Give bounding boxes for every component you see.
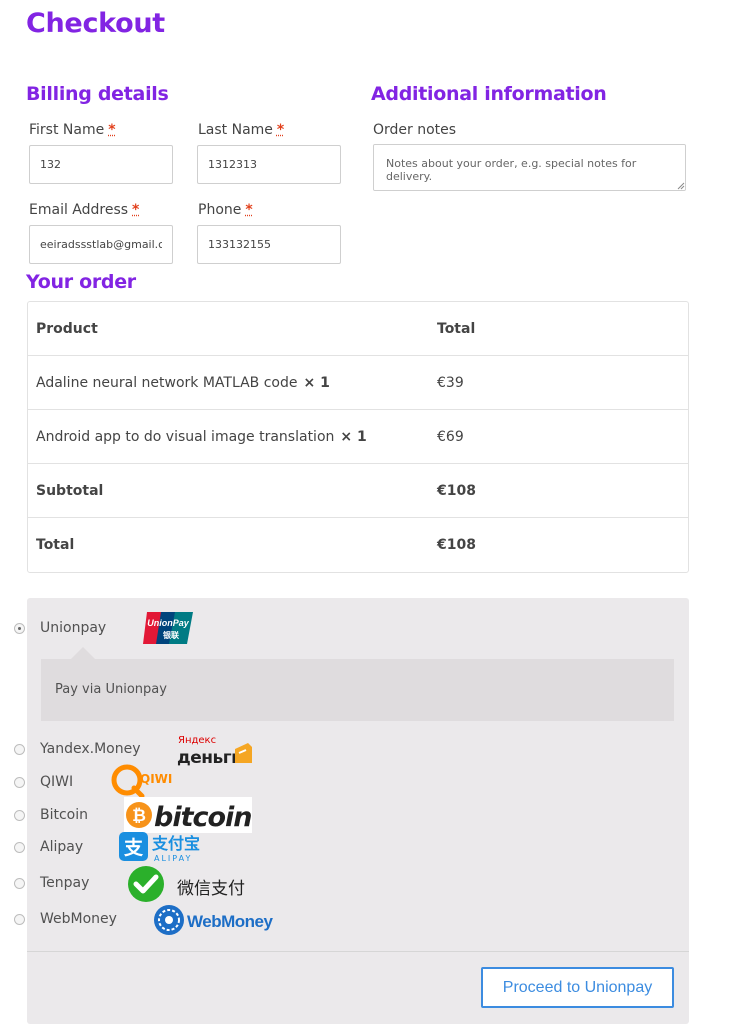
cart-item-quantity: × 1 [303, 374, 330, 391]
yandex-logo-subtext: деньги [177, 748, 243, 767]
email-field[interactable] [29, 225, 173, 264]
payment-method-label: Alipay [40, 839, 84, 855]
first-name-label: First Name * [29, 122, 116, 138]
order-total-value: €108 [437, 537, 476, 553]
order-notes-field[interactable] [373, 144, 686, 191]
payment-method-label: WebMoney [40, 911, 117, 927]
tenpay-logo-icon: 微信支付 [128, 866, 245, 902]
phone-label: Phone * [198, 202, 253, 218]
phone-field[interactable] [197, 225, 341, 264]
payment-divider [27, 951, 689, 952]
table-header-row: Product Total [28, 302, 688, 356]
table-row: Android app to do visual image translati… [28, 410, 688, 464]
last-name-field[interactable] [197, 145, 341, 184]
your-order-heading: Your order [26, 271, 136, 293]
webmoney-logo-icon: WebMoney [154, 905, 273, 935]
required-mark: * [132, 202, 140, 218]
alipay-logo-subtext: ALIPAY [154, 854, 192, 863]
unionpay-logo-subtext: 银联 [162, 630, 179, 640]
cart-item-total: €69 [437, 428, 464, 445]
bitcoin-logo-text: bitcoin [154, 802, 252, 833]
payment-option-tenpay[interactable]: Tenpay [14, 875, 89, 891]
order-notes-label: Order notes [373, 122, 457, 138]
description-pointer [71, 647, 95, 659]
email-label: Email Address * [29, 202, 140, 218]
radio-button[interactable] [14, 809, 25, 821]
cart-item-total: €39 [437, 374, 464, 391]
billing-details-heading: Billing details [26, 83, 169, 105]
qiwi-logo-text: QIWI [140, 772, 172, 786]
radio-button[interactable] [14, 776, 25, 788]
proceed-to-unionpay-button[interactable]: Proceed to Unionpay [481, 967, 674, 1008]
payment-option-webmoney[interactable]: WebMoney [14, 911, 117, 927]
payment-option-unionpay[interactable]: Unionpay [14, 620, 106, 636]
payment-method-label: Bitcoin [40, 807, 89, 823]
svg-text:₿: ₿ [132, 806, 146, 826]
yandex-money-logo-icon: Яндекс деньги [177, 735, 252, 767]
cart-item-name: Android app to do visual image translati… [36, 428, 335, 445]
qiwi-logo-icon: QIWI [111, 764, 172, 799]
payment-method-label: Unionpay [40, 620, 107, 636]
total-column-header: Total [437, 320, 476, 337]
payment-option-alipay[interactable]: Alipay [14, 839, 83, 855]
payment-method-label: Yandex.Money [40, 741, 141, 757]
svg-text:支: 支 [123, 837, 144, 859]
additional-information-heading: Additional information [371, 83, 607, 105]
payment-option-yandex-money[interactable]: Yandex.Money [14, 741, 140, 757]
required-mark: * [276, 122, 285, 138]
payment-option-qiwi[interactable]: QIWI [14, 774, 73, 790]
radio-button[interactable] [14, 622, 25, 634]
payment-method-label: Tenpay [40, 875, 90, 891]
unionpay-logo-text: UnionPay [147, 618, 190, 628]
unionpay-logo-icon: UnionPay 银联 [143, 612, 193, 644]
cart-item-quantity: × 1 [340, 428, 367, 445]
radio-button[interactable] [14, 841, 25, 853]
alipay-logo-icon: 支 支付宝 ALIPAY [119, 832, 200, 863]
yandex-logo-text: Яндекс [178, 735, 216, 746]
page-title: Checkout [26, 8, 165, 39]
radio-button[interactable] [14, 877, 25, 889]
payment-method-label: QIWI [40, 774, 74, 790]
radio-button[interactable] [14, 743, 25, 755]
required-mark: * [245, 202, 253, 218]
tenpay-logo-text: 微信支付 [177, 879, 245, 899]
payment-option-bitcoin[interactable]: Bitcoin [14, 807, 88, 823]
required-mark: * [108, 122, 116, 138]
payment-method-description: Pay via Unionpay [41, 659, 674, 721]
last-name-label: Last Name * [198, 122, 285, 138]
alipay-logo-text: 支付宝 [151, 834, 200, 853]
order-total-label: Total [36, 537, 75, 553]
subtotal-row: Subtotal €108 [28, 464, 688, 518]
cart-item-name: Adaline neural network MATLAB code [36, 374, 298, 391]
table-row: Adaline neural network MATLAB code × 1 €3… [28, 356, 688, 410]
bitcoin-logo-icon: ₿ bitcoin [124, 797, 252, 833]
order-total-row: Total €108 [28, 518, 688, 572]
resize-grip-icon[interactable] [677, 182, 685, 190]
subtotal-label: Subtotal [36, 482, 104, 499]
first-name-field[interactable] [29, 145, 173, 184]
order-review-table: Product Total Adaline neural network MAT… [27, 301, 689, 573]
radio-button[interactable] [14, 913, 25, 925]
webmoney-logo-text: WebMoney [187, 912, 273, 931]
cart-item: Adaline neural network MATLAB code × 1 [36, 375, 330, 391]
cart-item: Android app to do visual image translati… [36, 429, 367, 445]
product-column-header: Product [36, 320, 98, 337]
subtotal-value: €108 [437, 482, 476, 499]
